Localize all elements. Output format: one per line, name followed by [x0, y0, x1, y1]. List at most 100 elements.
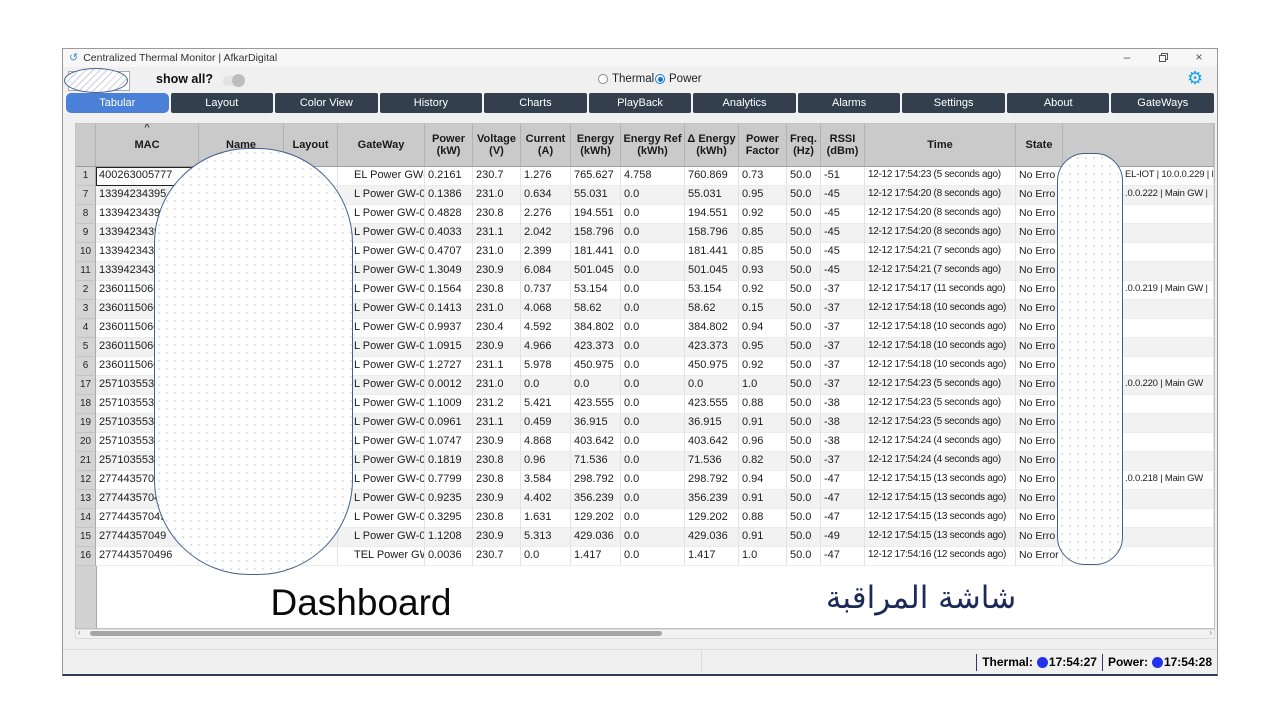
show-all-toggle[interactable] [223, 76, 244, 86]
cell-energy[interactable]: 58.62 [571, 300, 621, 319]
cell-delta_energy[interactable]: 403.642 [685, 433, 739, 452]
cell-gateway[interactable]: EL Power GW-01 [338, 167, 425, 186]
cell-energy_ref[interactable]: 0.0 [621, 338, 685, 357]
cell-energy_ref[interactable]: 0.0 [621, 186, 685, 205]
cell-voltage[interactable]: 230.7 [473, 167, 521, 186]
cell-voltage[interactable]: 230.9 [473, 338, 521, 357]
cell-current[interactable]: 1.631 [521, 509, 571, 528]
cell-gateway[interactable]: TEL Power GW-01 [338, 547, 425, 566]
cell-freq[interactable]: 50.0 [787, 300, 821, 319]
cell-power_factor[interactable]: 0.93 [739, 262, 787, 281]
cell-state[interactable]: No Erro [1016, 376, 1063, 395]
cell-current[interactable]: 0.0 [521, 376, 571, 395]
cell-freq[interactable]: 50.0 [787, 547, 821, 566]
cell-voltage[interactable]: 230.4 [473, 319, 521, 338]
cell-state[interactable]: No Erro [1016, 395, 1063, 414]
cell-rssi[interactable]: -38 [821, 395, 865, 414]
gear-icon[interactable]: ⚙ [1187, 68, 1203, 89]
cell-current[interactable]: 0.737 [521, 281, 571, 300]
cell-freq[interactable]: 50.0 [787, 471, 821, 490]
column-header-voltage-v-[interactable]: Voltage (V) [473, 124, 521, 167]
minimize-button[interactable]: – [1109, 49, 1145, 67]
cell-time[interactable]: 12-12 17:54:15 (13 seconds ago) [865, 528, 1016, 547]
tab-layout[interactable]: Layout [171, 93, 274, 113]
cell-power[interactable]: 1.3049 [425, 262, 473, 281]
cell-delta_energy[interactable]: 384.802 [685, 319, 739, 338]
cell-energy[interactable]: 423.373 [571, 338, 621, 357]
cell-delta_energy[interactable]: 53.154 [685, 281, 739, 300]
cell-time[interactable]: 12-12 17:54:20 (8 seconds ago) [865, 205, 1016, 224]
cell-power[interactable]: 1.0915 [425, 338, 473, 357]
close-button[interactable]: × [1181, 49, 1217, 67]
cell-delta_energy[interactable]: 450.975 [685, 357, 739, 376]
cell-current[interactable]: 4.966 [521, 338, 571, 357]
cell-delta_energy[interactable]: 71.536 [685, 452, 739, 471]
cell-energy[interactable]: 384.802 [571, 319, 621, 338]
cell-delta_energy[interactable]: 55.031 [685, 186, 739, 205]
cell-state[interactable]: No Error [1016, 547, 1063, 566]
cell-power_factor[interactable]: 1.0 [739, 547, 787, 566]
cell-time[interactable]: 12-12 17:54:20 (8 seconds ago) [865, 224, 1016, 243]
cell-num[interactable]: 19 [76, 414, 96, 433]
cell-energy_ref[interactable]: 0.0 [621, 224, 685, 243]
cell-delta_energy[interactable]: 760.869 [685, 167, 739, 186]
cell-state[interactable]: No Erro [1016, 300, 1063, 319]
cell-power[interactable]: 1.1009 [425, 395, 473, 414]
cell-num[interactable]: 6 [76, 357, 96, 376]
cell-power_factor[interactable]: 0.91 [739, 528, 787, 547]
cell-gateway[interactable]: L Power GW-01 [338, 205, 425, 224]
cell-current[interactable]: 2.399 [521, 243, 571, 262]
tab-settings[interactable]: Settings [902, 93, 1005, 113]
cell-current[interactable]: 5.313 [521, 528, 571, 547]
cell-energy[interactable]: 55.031 [571, 186, 621, 205]
cell-freq[interactable]: 50.0 [787, 509, 821, 528]
cell-power[interactable]: 0.0961 [425, 414, 473, 433]
cell-num[interactable]: 15 [76, 528, 96, 547]
cell-voltage[interactable]: 230.9 [473, 262, 521, 281]
cell-energy_ref[interactable]: 0.0 [621, 414, 685, 433]
tab-charts[interactable]: Charts [484, 93, 587, 113]
cell-num[interactable]: 7 [76, 186, 96, 205]
cell-current[interactable]: 3.584 [521, 471, 571, 490]
cell-freq[interactable]: 50.0 [787, 243, 821, 262]
cell-current[interactable]: 4.402 [521, 490, 571, 509]
cell-freq[interactable]: 50.0 [787, 490, 821, 509]
cell-freq[interactable]: 50.0 [787, 528, 821, 547]
cell-num[interactable]: 10 [76, 243, 96, 262]
cell-time[interactable]: 12-12 17:54:24 (4 seconds ago) [865, 452, 1016, 471]
cell-power[interactable]: 0.4828 [425, 205, 473, 224]
column-header-rssi-dbm-[interactable]: RSSI (dBm) [821, 124, 865, 167]
cell-current[interactable]: 1.276 [521, 167, 571, 186]
cell-voltage[interactable]: 230.8 [473, 452, 521, 471]
cell-freq[interactable]: 50.0 [787, 186, 821, 205]
cell-current[interactable]: 4.068 [521, 300, 571, 319]
cell-energy[interactable]: 450.975 [571, 357, 621, 376]
cell-voltage[interactable]: 230.9 [473, 528, 521, 547]
cell-num[interactable]: 2 [76, 281, 96, 300]
cell-energy[interactable]: 356.239 [571, 490, 621, 509]
cell-energy_ref[interactable]: 0.0 [621, 509, 685, 528]
radio-power[interactable]: Power [655, 73, 702, 85]
cell-power[interactable]: 0.1564 [425, 281, 473, 300]
cell-power_factor[interactable]: 0.82 [739, 452, 787, 471]
cell-num[interactable]: 14 [76, 509, 96, 528]
cell-rssi[interactable]: -47 [821, 490, 865, 509]
cell-delta_energy[interactable]: 298.792 [685, 471, 739, 490]
cell-freq[interactable]: 50.0 [787, 452, 821, 471]
scroll-left-icon[interactable]: ‹ [78, 628, 81, 637]
cell-time[interactable]: 12-12 17:54:18 (10 seconds ago) [865, 338, 1016, 357]
cell-time[interactable]: 12-12 17:54:23 (5 seconds ago) [865, 376, 1016, 395]
cell-energy_ref[interactable]: 0.0 [621, 357, 685, 376]
cell-power[interactable]: 1.1208 [425, 528, 473, 547]
cell-energy[interactable]: 403.642 [571, 433, 621, 452]
cell-energy_ref[interactable]: 0.0 [621, 547, 685, 566]
cell-time[interactable]: 12-12 17:54:15 (13 seconds ago) [865, 471, 1016, 490]
cell-rssi[interactable]: -37 [821, 281, 865, 300]
cell-num[interactable]: 1 [76, 167, 96, 186]
cell-rssi[interactable]: -51 [821, 167, 865, 186]
cell-time[interactable]: 12-12 17:54:21 (7 seconds ago) [865, 262, 1016, 281]
cell-power[interactable]: 0.0012 [425, 376, 473, 395]
cell-delta_energy[interactable]: 423.555 [685, 395, 739, 414]
cell-voltage[interactable]: 231.0 [473, 300, 521, 319]
cell-voltage[interactable]: 231.0 [473, 376, 521, 395]
